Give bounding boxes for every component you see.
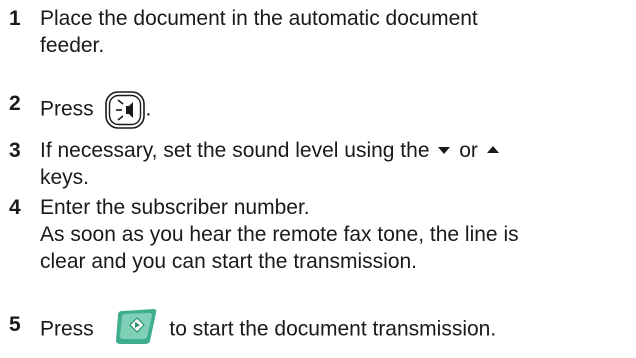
step-line: keys.	[40, 166, 90, 189]
step-text: Press .	[40, 90, 620, 130]
step-text-after: .	[145, 97, 152, 121]
up-arrow-icon	[486, 145, 499, 153]
step-line: clear and you can start the transmission…	[40, 250, 418, 273]
step-text: Press to start the document transmission…	[40, 308, 620, 349]
step-text-after: to start the document transmission.	[169, 317, 497, 341]
step-number: 2	[9, 92, 21, 115]
step-line: Enter the subscriber number.	[40, 196, 310, 219]
down-arrow-icon	[438, 146, 451, 154]
step-text: Place the document in the automatic docu…	[40, 5, 620, 59]
step-text: If necessary, set the sound level using …	[40, 137, 620, 191]
step-line: Place the document in the automatic docu…	[40, 7, 478, 30]
instruction-document: 1 Place the document in the automatic do…	[0, 0, 636, 358]
step-text-before: Press	[40, 317, 94, 341]
step-number: 1	[9, 7, 21, 30]
speaker-button-icon	[104, 90, 146, 130]
step-text: or	[459, 139, 478, 162]
step-number: 5	[9, 313, 21, 336]
step-text: Enter the subscriber number. As soon as …	[40, 194, 620, 275]
step-text: If necessary, set the sound level using …	[40, 139, 430, 162]
step-number: 4	[9, 196, 21, 219]
step-number: 3	[9, 139, 21, 162]
start-button-icon	[114, 308, 158, 346]
step-line: feeder.	[40, 34, 105, 57]
step-text-before: Press	[40, 97, 94, 121]
step-line: As soon as you hear the remote fax tone,…	[40, 223, 519, 246]
